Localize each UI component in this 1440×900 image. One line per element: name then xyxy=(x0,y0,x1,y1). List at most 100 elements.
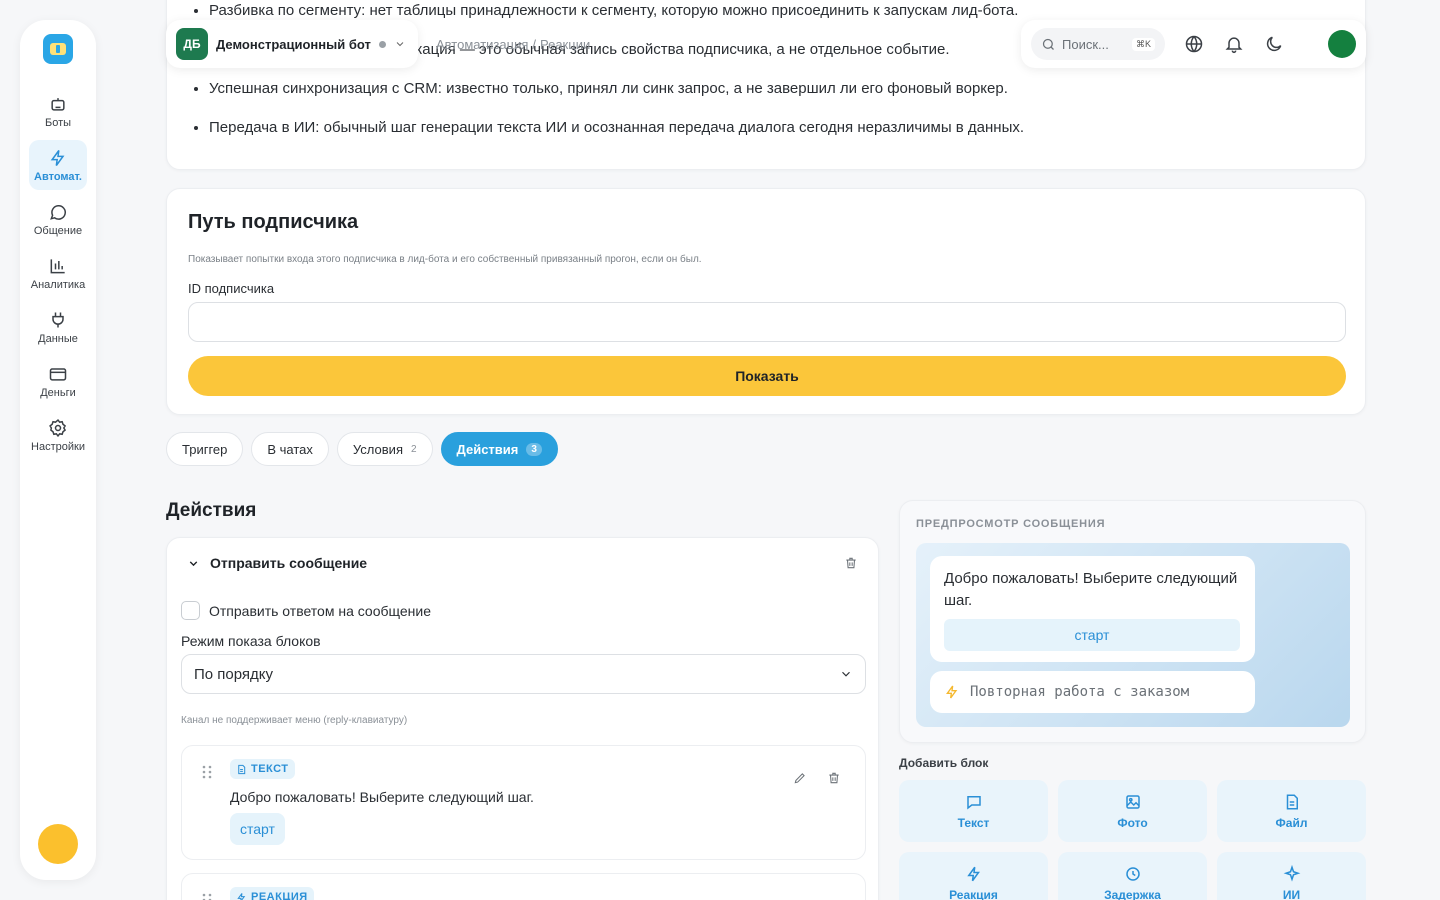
mode-label: Режим показа блоков xyxy=(181,633,321,649)
moon-icon xyxy=(1266,36,1282,52)
sidebar-item-label: Данные xyxy=(38,332,78,345)
search-icon xyxy=(1042,38,1054,50)
tab-label: Триггер xyxy=(182,441,228,457)
subscriber-path-card: Путь подписчика Показывает попытки входа… xyxy=(166,188,1366,415)
block-text: Добро пожаловать! Выберите следующий шаг… xyxy=(230,789,534,805)
add-reaction-button[interactable]: Реакция xyxy=(899,852,1048,900)
sidebar-item-label: Автомат. xyxy=(34,170,82,183)
chevron-down-icon xyxy=(842,671,850,677)
lightning-icon xyxy=(50,149,65,166)
language-button[interactable] xyxy=(1183,33,1205,55)
action-header[interactable]: Отправить сообщение xyxy=(187,555,367,571)
tab-in-chats[interactable]: В чатах xyxy=(251,432,329,466)
sidebar-item-label: Боты xyxy=(44,116,72,129)
tab-label: Действия xyxy=(456,441,519,457)
search-shortcut: ⌘K xyxy=(1131,37,1155,51)
theme-toggle[interactable] xyxy=(1263,33,1285,55)
add-block-label-text: ИИ xyxy=(1282,887,1301,900)
sidebar-item-automation[interactable]: Автомат. xyxy=(29,140,87,190)
gear-icon xyxy=(49,418,67,437)
subscriber-id-input[interactable] xyxy=(188,302,1346,342)
main-content: Разбивка по сегменту: нет таблицы принад… xyxy=(166,0,1366,900)
sidebar-item-money[interactable]: Деньги xyxy=(29,356,87,406)
add-block-label: Добавить блок xyxy=(899,756,989,770)
tab-label: Условия xyxy=(352,441,403,457)
notifications-button[interactable] xyxy=(1223,33,1245,55)
sidebar-item-label: Настройки xyxy=(31,440,85,453)
bot-avatar: ДБ xyxy=(176,28,208,60)
add-ai-button[interactable]: ИИ xyxy=(1217,852,1366,900)
chat-bubble-icon xyxy=(50,204,66,220)
list-item: Разбивка по сегменту: нет таблицы принад… xyxy=(209,1,1024,20)
sidebar-item-bots[interactable]: Боты xyxy=(29,86,87,136)
keyboard-button[interactable]: Повторная работа с заказом xyxy=(930,671,1255,713)
drag-handle-icon[interactable] xyxy=(202,765,212,779)
add-text-button[interactable]: Текст xyxy=(899,780,1048,842)
select-value: По порядку xyxy=(194,665,274,683)
drag-handle-icon[interactable] xyxy=(202,893,212,900)
file-icon xyxy=(1286,794,1298,809)
message-icon xyxy=(966,795,981,810)
chat-preview-area: Добро пожаловать! Выберите следующий шаг… xyxy=(916,543,1350,727)
chevron-down-icon xyxy=(396,42,404,47)
send-message-action: Отправить сообщение Отправить ответом на… xyxy=(166,537,879,900)
reply-checkbox-label: Отправить ответом на сообщение xyxy=(209,602,431,619)
trash-icon[interactable] xyxy=(844,556,858,570)
list-item: Передача в ИИ: обычный шаг генерации тек… xyxy=(209,118,1024,137)
add-file-button[interactable]: Файл xyxy=(1217,780,1366,842)
tab-label: В чатах xyxy=(267,441,313,457)
sidebar-item-data[interactable]: Данные xyxy=(29,302,87,352)
reply-option: Отправить ответом на сообщение xyxy=(181,601,431,620)
tab-count: 3 xyxy=(526,442,542,456)
block-type-label: ТЕКСТ xyxy=(251,763,289,775)
sidebar-nav: Боты Автомат. Общение Аналитика Данные Д… xyxy=(20,86,96,460)
reply-checkbox[interactable] xyxy=(181,601,200,620)
sidebar-item-chats[interactable]: Общение xyxy=(29,194,87,244)
bell-icon xyxy=(1225,37,1243,54)
profile-avatar[interactable] xyxy=(38,824,78,864)
section-description: Показывает попытки входа этого подписчик… xyxy=(188,254,702,265)
image-icon xyxy=(1125,794,1140,809)
bot-status-dot xyxy=(378,40,386,48)
sidebar-item-settings[interactable]: Настройки xyxy=(29,410,87,460)
add-photo-button[interactable]: Фото xyxy=(1058,780,1207,842)
pencil-icon[interactable] xyxy=(793,771,807,785)
block-type-badge: ТЕКСТ xyxy=(230,759,295,779)
tab-conditions[interactable]: Условия 2 xyxy=(336,432,433,466)
document-icon xyxy=(238,764,246,774)
breadcrumb: Автоматизация / Реакции xyxy=(436,37,591,52)
add-delay-button[interactable]: Задержка xyxy=(1058,852,1207,900)
add-block-label-text: Фото xyxy=(1117,815,1148,830)
chevron-down-icon xyxy=(189,560,198,566)
topbar-tools: Поиск... ⌘K xyxy=(1021,20,1366,68)
sidebar-item-analytics[interactable]: Аналитика xyxy=(29,248,87,298)
bar-chart-icon xyxy=(50,258,65,273)
automation-tabs: Триггер В чатах Условия 2 Действия 3 xyxy=(166,432,558,466)
breadcrumb-item[interactable]: Реакции xyxy=(540,37,590,52)
keyboard-button-label: Повторная работа с заказом xyxy=(970,684,1190,700)
lightning-icon xyxy=(237,892,246,900)
plug-icon xyxy=(52,312,64,327)
channel-hint: Канал не поддерживает меню (reply-клавиа… xyxy=(181,715,408,726)
breadcrumb-item[interactable]: Автоматизация xyxy=(436,37,528,52)
trash-icon[interactable] xyxy=(827,771,841,785)
block-button-chip[interactable]: старт xyxy=(230,813,285,845)
tab-actions[interactable]: Действия 3 xyxy=(440,432,558,466)
section-title: Путь подписчика xyxy=(188,211,359,233)
bot-switcher[interactable]: ДБ Демонстрационный бот xyxy=(166,20,418,68)
sidebar-item-label: Общение xyxy=(33,224,83,237)
block-type-badge: РЕАКЦИЯ xyxy=(230,887,314,900)
message-preview: ПРЕДПРОСМОТР СООБЩЕНИЯ Добро пожаловать!… xyxy=(899,500,1366,743)
tab-trigger[interactable]: Триггер xyxy=(166,432,244,466)
inline-button[interactable]: старт xyxy=(944,619,1240,651)
card-icon xyxy=(49,367,67,381)
bot-icon xyxy=(51,97,65,111)
app-logo[interactable] xyxy=(43,34,73,64)
sidebar-item-label: Аналитика xyxy=(30,278,86,291)
display-mode-select[interactable]: По порядку xyxy=(181,654,866,694)
user-avatar[interactable] xyxy=(1328,30,1356,58)
sparkle-icon xyxy=(1283,864,1300,882)
block-type-label: РЕАКЦИЯ xyxy=(251,891,308,900)
show-button[interactable]: Показать xyxy=(188,356,1346,396)
search-input[interactable]: Поиск... ⌘K xyxy=(1031,28,1165,60)
